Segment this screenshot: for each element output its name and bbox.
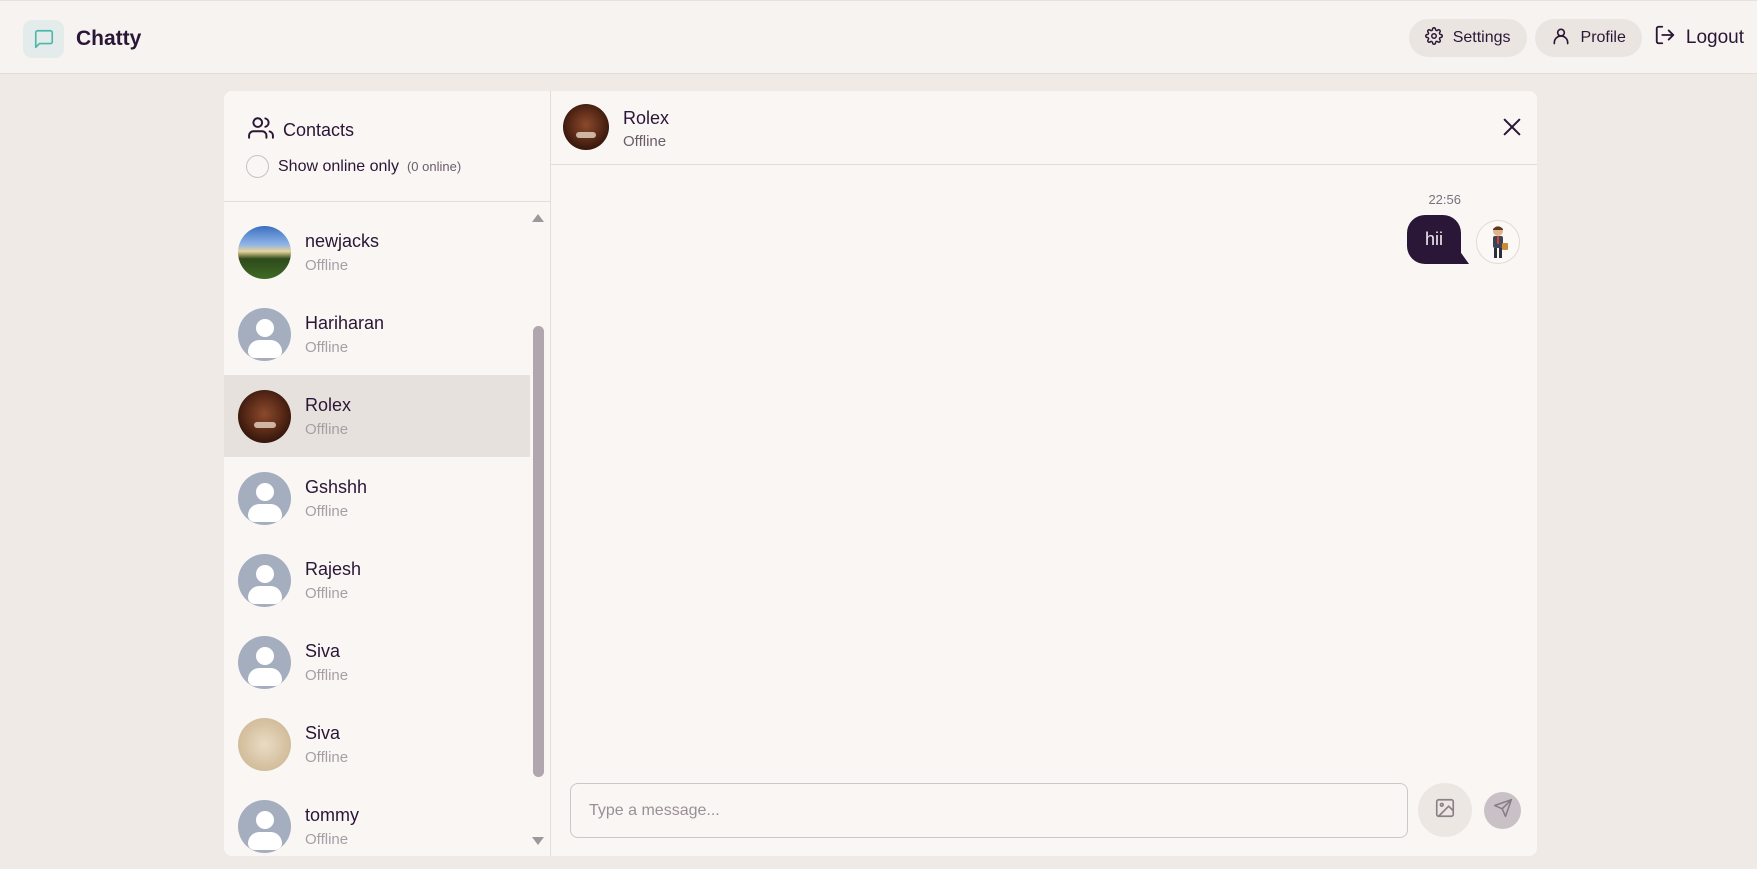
- navbar: Chatty Settings Profile Logout: [0, 0, 1757, 74]
- logout-button[interactable]: Logout: [1654, 24, 1750, 52]
- contacts-heading: Contacts: [248, 115, 354, 146]
- chat-contact-status: Offline: [623, 133, 667, 150]
- online-count: (0 online): [406, 159, 462, 174]
- contact-item[interactable]: Siva Offline: [224, 703, 530, 785]
- contact-name: Siva: [305, 722, 341, 743]
- contact-item-selected[interactable]: Rolex Offline: [224, 375, 530, 457]
- online-only-checkbox[interactable]: [246, 155, 269, 178]
- contact-name: Rolex: [305, 394, 352, 415]
- chat-bubble-icon: [23, 20, 64, 58]
- contacts-title: Contacts: [283, 120, 355, 140]
- contact-status: Offline: [305, 420, 349, 438]
- contacts-sidebar: Contacts Show online only (0 online) new…: [224, 91, 551, 856]
- contacts-scrollbar[interactable]: [531, 211, 546, 856]
- contact-name: Rajesh: [305, 558, 362, 579]
- close-chat-button[interactable]: [1501, 116, 1523, 138]
- contact-avatar: [238, 717, 291, 771]
- message-input[interactable]: [570, 783, 1408, 838]
- contact-list: newjacks Offline Hariharan Offline Rolex…: [224, 211, 530, 856]
- contact-item[interactable]: newjacks Offline: [224, 211, 530, 293]
- sender-avatar: [1476, 220, 1520, 264]
- settings-button[interactable]: Settings: [1408, 19, 1527, 57]
- chat-contact-avatar: [563, 104, 609, 150]
- contact-status: Offline: [305, 666, 349, 684]
- contact-name: Hariharan: [305, 312, 385, 333]
- contact-avatar: [238, 389, 291, 443]
- placeholder-user-icon: [238, 553, 291, 607]
- scroll-down-arrow-icon[interactable]: [532, 837, 544, 845]
- gear-icon: [1424, 26, 1443, 50]
- contact-status: Offline: [305, 256, 349, 274]
- contact-name: newjacks: [305, 230, 380, 251]
- profile-button[interactable]: Profile: [1534, 19, 1642, 57]
- chat-contact-name: Rolex: [623, 108, 670, 128]
- brand[interactable]: Chatty: [23, 20, 141, 58]
- app-name: Chatty: [76, 27, 142, 50]
- placeholder-user-icon: [238, 307, 291, 361]
- contact-avatar: [238, 225, 291, 279]
- chat-container: Contacts Show online only (0 online) new…: [224, 91, 1537, 856]
- placeholder-user-icon: [238, 799, 291, 853]
- send-icon: [1493, 798, 1513, 823]
- send-button[interactable]: [1484, 792, 1521, 829]
- logout-icon: [1654, 24, 1676, 52]
- contact-name: Siva: [305, 640, 341, 661]
- logout-label: Logout: [1685, 27, 1744, 48]
- placeholder-user-icon: [238, 635, 291, 689]
- user-icon: [1551, 26, 1571, 51]
- contact-item[interactable]: Hariharan Offline: [224, 293, 530, 375]
- image-icon: [1434, 797, 1456, 824]
- chat-header: Rolex Offline: [551, 91, 1537, 165]
- contact-item[interactable]: Gshshh Offline: [224, 457, 530, 539]
- contact-item[interactable]: Rajesh Offline: [224, 539, 530, 621]
- contact-item[interactable]: tommy Offline: [224, 785, 530, 856]
- profile-label: Profile: [1580, 29, 1626, 46]
- contact-status: Offline: [305, 830, 349, 848]
- scrollbar-thumb[interactable]: [533, 326, 544, 777]
- contact-status: Offline: [305, 748, 349, 766]
- contact-status: Offline: [305, 338, 349, 356]
- message-bubble: hii: [1406, 215, 1470, 264]
- close-icon: [1501, 118, 1523, 142]
- contact-status: Offline: [305, 502, 349, 520]
- online-filter: Show online only (0 online): [246, 155, 461, 178]
- online-only-label[interactable]: Show online only: [278, 158, 399, 176]
- message-timestamp: 22:56: [1428, 192, 1461, 207]
- settings-label: Settings: [1452, 29, 1511, 46]
- sidebar-header: Contacts Show online only (0 online): [224, 91, 551, 202]
- contact-name: Gshshh: [305, 476, 368, 497]
- scroll-up-arrow-icon[interactable]: [532, 214, 544, 222]
- contact-name: tommy: [305, 804, 359, 825]
- contact-status: Offline: [305, 584, 349, 602]
- placeholder-user-icon: [238, 471, 291, 525]
- chat-panel: Rolex Offline 22:56 hii: [551, 91, 1537, 856]
- attach-image-button[interactable]: [1418, 783, 1472, 837]
- users-icon: [248, 115, 274, 146]
- contact-item[interactable]: Siva Offline: [224, 621, 530, 703]
